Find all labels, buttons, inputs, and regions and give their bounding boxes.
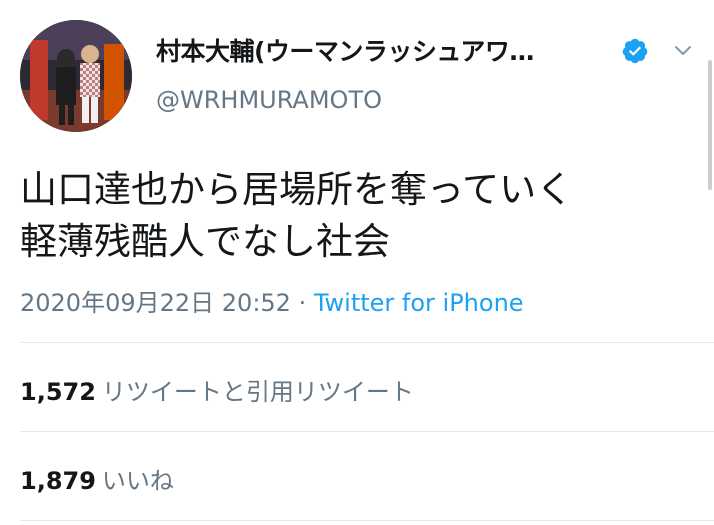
- tweet-text-line: 軽薄残酷人でなし社会: [20, 220, 390, 263]
- scrollbar[interactable]: [708, 60, 712, 190]
- retweets-stat[interactable]: 1,572 リツイートと引用リツイート: [20, 372, 414, 407]
- likes-count: 1,879: [20, 467, 96, 495]
- timestamp[interactable]: 2020年09月22日 20:52: [20, 289, 291, 317]
- retweets-count: 1,572: [20, 378, 96, 406]
- retweets-label: リツイートと引用リツイート: [101, 378, 414, 406]
- tweet-text: 山口達也から居場所を奪っていく 軽薄残酷人でなし社会: [20, 164, 700, 268]
- divider: [20, 431, 714, 432]
- tweet-meta: 2020年09月22日 20:52 · Twitter for iPhone: [20, 283, 524, 318]
- tweet-text-line: 山口達也から居場所を奪っていく: [20, 168, 574, 211]
- avatar[interactable]: [20, 20, 132, 132]
- verified-badge-icon: [622, 38, 648, 64]
- user-handle[interactable]: @WRHMURAMOTO: [156, 86, 382, 114]
- likes-label: いいね: [101, 467, 174, 495]
- divider: [20, 520, 714, 521]
- divider: [20, 342, 714, 343]
- display-name[interactable]: 村本大輔(ウーマンラッシュアワ…: [156, 32, 534, 68]
- chevron-down-icon[interactable]: [672, 40, 694, 62]
- meta-separator: ·: [290, 289, 314, 317]
- tweet-card: 村本大輔(ウーマンラッシュアワ… @WRHMURAMOTO 山口達也から居場所を…: [0, 0, 714, 525]
- likes-stat[interactable]: 1,879 いいね: [20, 461, 174, 496]
- source-link[interactable]: Twitter for iPhone: [314, 289, 524, 317]
